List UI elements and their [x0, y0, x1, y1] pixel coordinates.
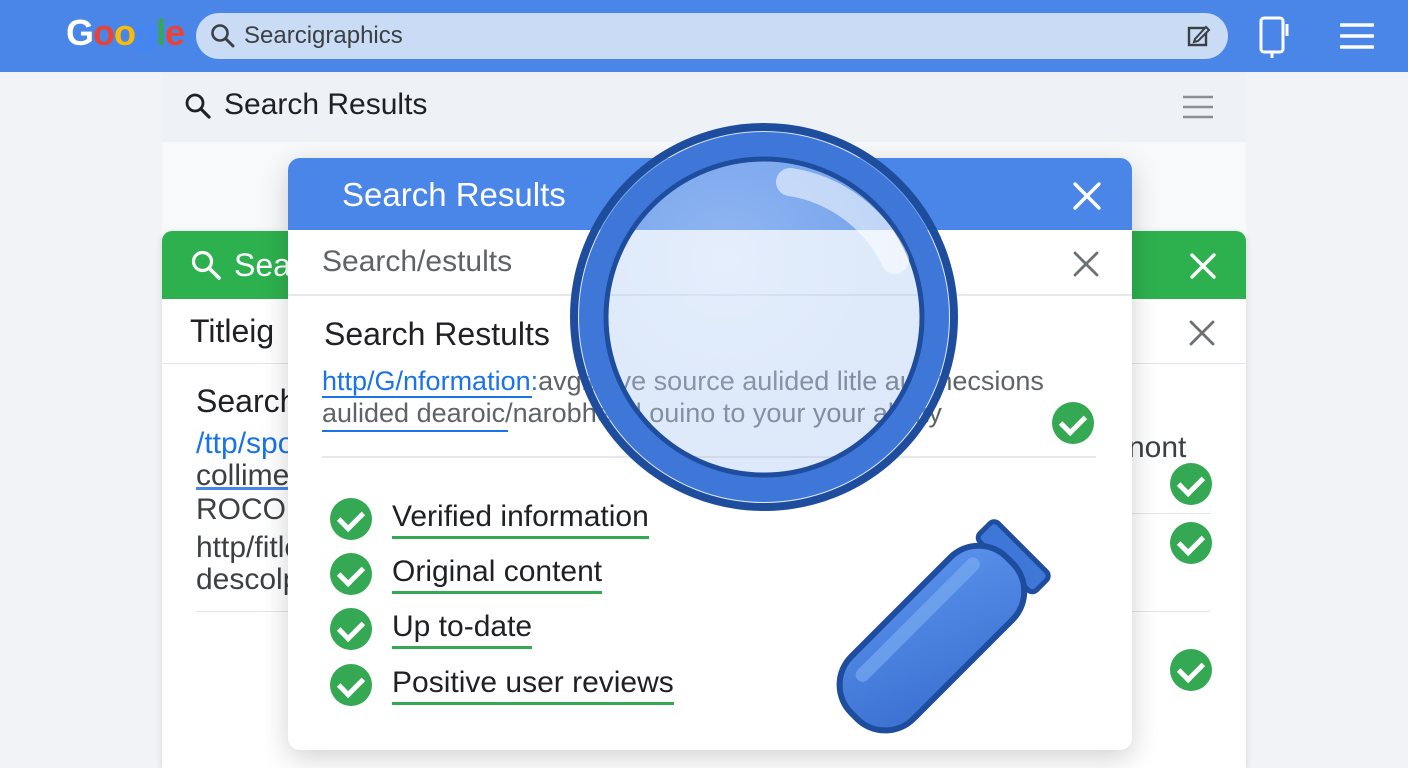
- edit-icon[interactable]: [1186, 23, 1212, 49]
- result-text: http/fitle: [196, 531, 302, 564]
- result-text: ROCO:.: [196, 493, 303, 526]
- dialog-title: Search Results: [342, 176, 566, 213]
- link-underline: [322, 430, 508, 432]
- search-icon: [211, 24, 235, 48]
- logo-letter: G: [66, 12, 94, 53]
- google-logo[interactable]: Google: [66, 12, 185, 54]
- green-card-subtitle: Titleig: [190, 313, 275, 349]
- logo-letter: o: [93, 12, 115, 53]
- check-icon: [1170, 463, 1212, 505]
- check-icon: [1170, 649, 1212, 691]
- logo-letter: l: [156, 12, 166, 53]
- logo-letter: e: [165, 12, 185, 53]
- search-bar[interactable]: [196, 13, 1228, 59]
- search-input[interactable]: [244, 21, 1144, 51]
- search-icon: [185, 93, 211, 119]
- search-icon: [191, 250, 221, 280]
- phone-icon[interactable]: [1258, 16, 1292, 60]
- result-text: descolp: [196, 563, 300, 596]
- magnifier-icon: [570, 123, 1051, 734]
- close-icon[interactable]: [1188, 319, 1216, 347]
- result-title[interactable]: Search Restults: [324, 316, 550, 353]
- logo-letter: g: [135, 12, 157, 53]
- menu-icon[interactable]: [1182, 94, 1214, 120]
- check-icon: [330, 553, 372, 595]
- menu-icon[interactable]: [1340, 22, 1374, 50]
- link-underline: [196, 487, 296, 490]
- check-icon: [330, 498, 372, 540]
- result-link[interactable]: /ttp/spo: [196, 427, 294, 461]
- check-icon: [330, 608, 372, 650]
- feature-label: Up to-date: [392, 610, 533, 649]
- top-bar: Google: [0, 0, 1408, 72]
- result-title[interactable]: Search: [196, 383, 297, 420]
- green-card-title: Sea: [234, 247, 291, 283]
- result-url-link[interactable]: http/G/nformation:: [322, 366, 538, 396]
- close-icon[interactable]: [1189, 252, 1217, 280]
- page-title: Search Results: [224, 88, 428, 121]
- check-icon: [330, 664, 372, 706]
- logo-letter: o: [114, 12, 136, 53]
- check-icon: [1170, 522, 1212, 564]
